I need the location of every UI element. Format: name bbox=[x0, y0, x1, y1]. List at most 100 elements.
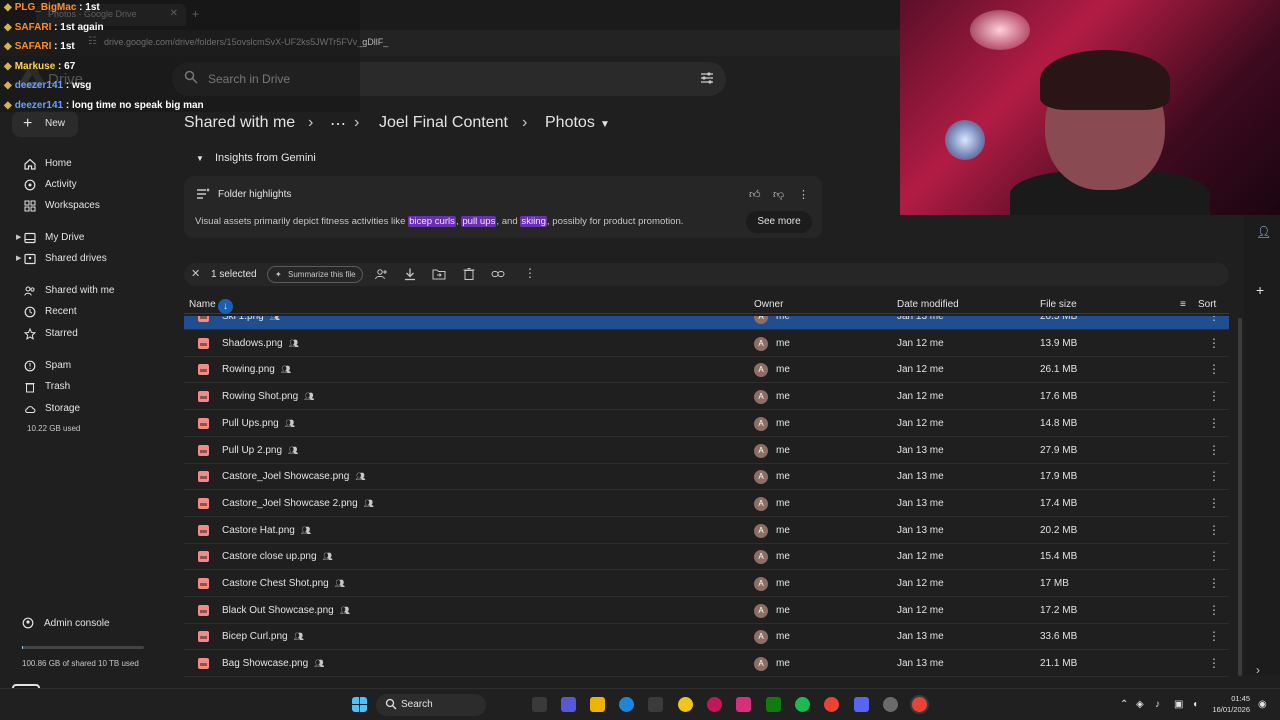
taskbar-search[interactable]: Search bbox=[376, 694, 486, 716]
sidebar-item-shared-with-me[interactable]: Shared with me bbox=[0, 282, 172, 300]
gemini-insights-toggle[interactable]: ▼ Insights from Gemini bbox=[196, 152, 316, 164]
more-vert-icon[interactable]: ⋮ bbox=[1208, 336, 1220, 350]
more-vert-icon[interactable]: ⋮ bbox=[1208, 362, 1220, 376]
table-row[interactable]: Castore Hat.png 👥︎ Ame Jan 13 me 20.2 MB ⋮ bbox=[184, 518, 1229, 544]
expand-panel-icon[interactable]: › bbox=[1256, 663, 1260, 677]
store-icon[interactable] bbox=[648, 697, 663, 712]
see-more-button[interactable]: See more bbox=[746, 211, 812, 233]
move-icon[interactable] bbox=[432, 267, 446, 281]
sidebar-item-home[interactable]: Home bbox=[0, 155, 172, 173]
more-vert-icon[interactable]: ⋮ bbox=[1208, 443, 1220, 457]
tray-app-icon[interactable]: ◈ bbox=[1136, 699, 1144, 710]
microphone-icon[interactable]: ♪ bbox=[1155, 699, 1160, 710]
tray-chevron-icon[interactable]: ⌃ bbox=[1120, 699, 1128, 710]
highlight-bicep-curls[interactable]: bicep curls bbox=[408, 216, 456, 227]
notifications-icon[interactable]: ◉ bbox=[1258, 699, 1267, 710]
date-modified: Jan 12 me bbox=[897, 578, 944, 589]
more-vert-icon[interactable]: ⋮ bbox=[1208, 629, 1220, 643]
more-vert-icon[interactable]: ⋮ bbox=[1208, 389, 1220, 403]
sidebar-item-workspaces[interactable]: Workspaces bbox=[0, 197, 172, 215]
highlight-pull-ups[interactable]: pull ups bbox=[461, 216, 497, 227]
sidebar-item-starred[interactable]: Starred bbox=[0, 325, 172, 343]
table-row[interactable]: Ski 1.png 👥︎ Ame Jan 13 me 20.5 MB ⋮ bbox=[184, 316, 1229, 330]
column-date-header[interactable]: Date modified bbox=[897, 299, 959, 310]
more-vert-icon[interactable]: ⋮ bbox=[1208, 523, 1220, 537]
chrome-active-icon[interactable] bbox=[912, 697, 927, 712]
search-options-icon[interactable] bbox=[700, 71, 714, 85]
table-row[interactable]: Pull Ups.png 👥︎ Ame Jan 12 me 14.8 MB ⋮ bbox=[184, 411, 1229, 437]
link-icon[interactable] bbox=[491, 267, 505, 281]
sort-arrow-icon[interactable]: ↓ bbox=[218, 299, 233, 314]
chat-separator: : bbox=[76, 2, 86, 13]
table-row[interactable]: Bag Showcase.png 👥︎ Ame Jan 13 me 21.1 MB ⋮ bbox=[184, 651, 1229, 678]
column-owner-header[interactable]: Owner bbox=[754, 299, 783, 310]
xbox-icon[interactable] bbox=[766, 697, 781, 712]
table-row[interactable]: Pull Up 2.png 👥︎ Ame Jan 13 me 27.9 MB ⋮ bbox=[184, 438, 1229, 464]
discord-icon[interactable] bbox=[854, 697, 869, 712]
table-row[interactable]: Castore close up.png 👥︎ Ame Jan 12 me 15.4 M… bbox=[184, 544, 1229, 571]
new-button[interactable]: + New bbox=[12, 111, 78, 137]
folder-menu-caret-icon[interactable]: ▼ bbox=[600, 119, 610, 130]
network-icon[interactable]: ▣ bbox=[1174, 699, 1183, 710]
sidebar-item-spam[interactable]: Spam bbox=[0, 357, 172, 375]
table-row[interactable]: Castore_Joel Showcase.png 👥︎ Ame Jan 13 me 1… bbox=[184, 464, 1229, 491]
taskbar-clock[interactable]: 01:45 16/01/2026 bbox=[1210, 693, 1250, 715]
sidebar-item-storage[interactable]: Storage bbox=[0, 400, 172, 418]
breadcrumb-joel-final-content[interactable]: Joel Final Content bbox=[379, 114, 508, 132]
table-row[interactable]: Black Out Showcase.png 👥︎ Ame Jan 12 me 17.2… bbox=[184, 598, 1229, 624]
share-icon[interactable] bbox=[374, 267, 388, 281]
volume-icon[interactable]: ◖ bbox=[1192, 699, 1198, 710]
breadcrumb-more[interactable]: ⋯ bbox=[330, 114, 346, 134]
sidebar-item-activity[interactable]: Activity bbox=[0, 176, 172, 194]
sidebar-item-recent[interactable]: Recent bbox=[0, 303, 172, 321]
download-icon[interactable] bbox=[403, 267, 417, 281]
teams-icon[interactable] bbox=[561, 697, 576, 712]
expand-arrow-icon[interactable]: ▶ bbox=[16, 233, 21, 241]
column-name-header[interactable]: Name bbox=[189, 299, 216, 310]
settings-icon[interactable] bbox=[883, 697, 898, 712]
get-addons-icon[interactable]: + bbox=[1256, 282, 1264, 298]
instagram-icon[interactable] bbox=[736, 697, 751, 712]
expand-arrow-icon[interactable]: ▶ bbox=[16, 254, 21, 262]
table-row[interactable]: Shadows.png 👥︎ Ame Jan 12 me 13.9 MB ⋮ bbox=[184, 331, 1229, 357]
table-row[interactable]: Castore_Joel Showcase 2.png 👥︎ Ame Jan 13 m… bbox=[184, 491, 1229, 517]
more-vert-icon[interactable]: ⋮ bbox=[1208, 316, 1220, 323]
sidebar-item-shared-drives[interactable]: ▶ Shared drives bbox=[0, 250, 172, 268]
more-vert-icon[interactable]: ⋮ bbox=[1208, 416, 1220, 430]
breadcrumb-shared-with-me[interactable]: Shared with me bbox=[184, 114, 295, 132]
delete-icon[interactable] bbox=[462, 267, 476, 281]
spotify-icon[interactable] bbox=[795, 697, 810, 712]
more-vert-icon[interactable]: ⋮ bbox=[1208, 603, 1220, 617]
edge-icon[interactable] bbox=[619, 697, 634, 712]
more-actions-icon[interactable]: ⋮ bbox=[524, 266, 538, 280]
more-vert-icon[interactable]: ⋮ bbox=[1208, 656, 1220, 670]
sort-button[interactable]: Sort bbox=[1198, 299, 1216, 310]
more-vert-icon[interactable]: ⋮ bbox=[1208, 496, 1220, 510]
sort-lines-icon[interactable]: ≡ bbox=[1180, 299, 1186, 310]
chrome-icon[interactable] bbox=[824, 697, 839, 712]
sidebar-item-trash[interactable]: Trash bbox=[0, 378, 172, 396]
thumbs-down-icon[interactable]: 👎︎ bbox=[773, 188, 784, 201]
file-explorer-icon[interactable] bbox=[590, 697, 605, 712]
more-vert-icon[interactable]: ⋮ bbox=[798, 188, 809, 201]
contacts-icon[interactable]: 👤︎ bbox=[1256, 225, 1271, 239]
thumbs-up-icon[interactable]: 👍︎ bbox=[749, 188, 761, 201]
table-row[interactable]: Bicep Curl.png 👥︎ Ame Jan 13 me 33.6 MB ⋮ bbox=[184, 624, 1229, 651]
column-size-header[interactable]: File size bbox=[1040, 299, 1077, 310]
table-row[interactable]: Castore Chest Shot.png 👥︎ Ame Jan 12 me 17 M… bbox=[184, 571, 1229, 597]
breadcrumb-current-folder[interactable]: Photos bbox=[545, 114, 595, 132]
file-list-scrollbar[interactable] bbox=[1238, 318, 1242, 676]
opera-icon[interactable] bbox=[707, 697, 722, 712]
table-row[interactable]: Rowing Shot.png 👥︎ Ame Jan 12 me 17.6 MB ⋮ bbox=[184, 384, 1229, 411]
clear-selection-icon[interactable]: ✕ bbox=[191, 267, 200, 280]
more-vert-icon[interactable]: ⋮ bbox=[1208, 576, 1220, 590]
table-row[interactable]: Rowing.png 👥︎ Ame Jan 12 me 26.1 MB ⋮ bbox=[184, 357, 1229, 384]
sidebar-item-my-drive[interactable]: ▶ My Drive bbox=[0, 229, 172, 247]
summarize-file-button[interactable]: ✦ Summarize this file bbox=[267, 266, 363, 283]
highlight-skiing[interactable]: skiing bbox=[520, 216, 547, 227]
app-icon[interactable] bbox=[678, 697, 693, 712]
windows-start-icon[interactable] bbox=[352, 697, 367, 712]
more-vert-icon[interactable]: ⋮ bbox=[1208, 469, 1220, 483]
task-view-icon[interactable] bbox=[532, 697, 547, 712]
more-vert-icon[interactable]: ⋮ bbox=[1208, 549, 1220, 563]
